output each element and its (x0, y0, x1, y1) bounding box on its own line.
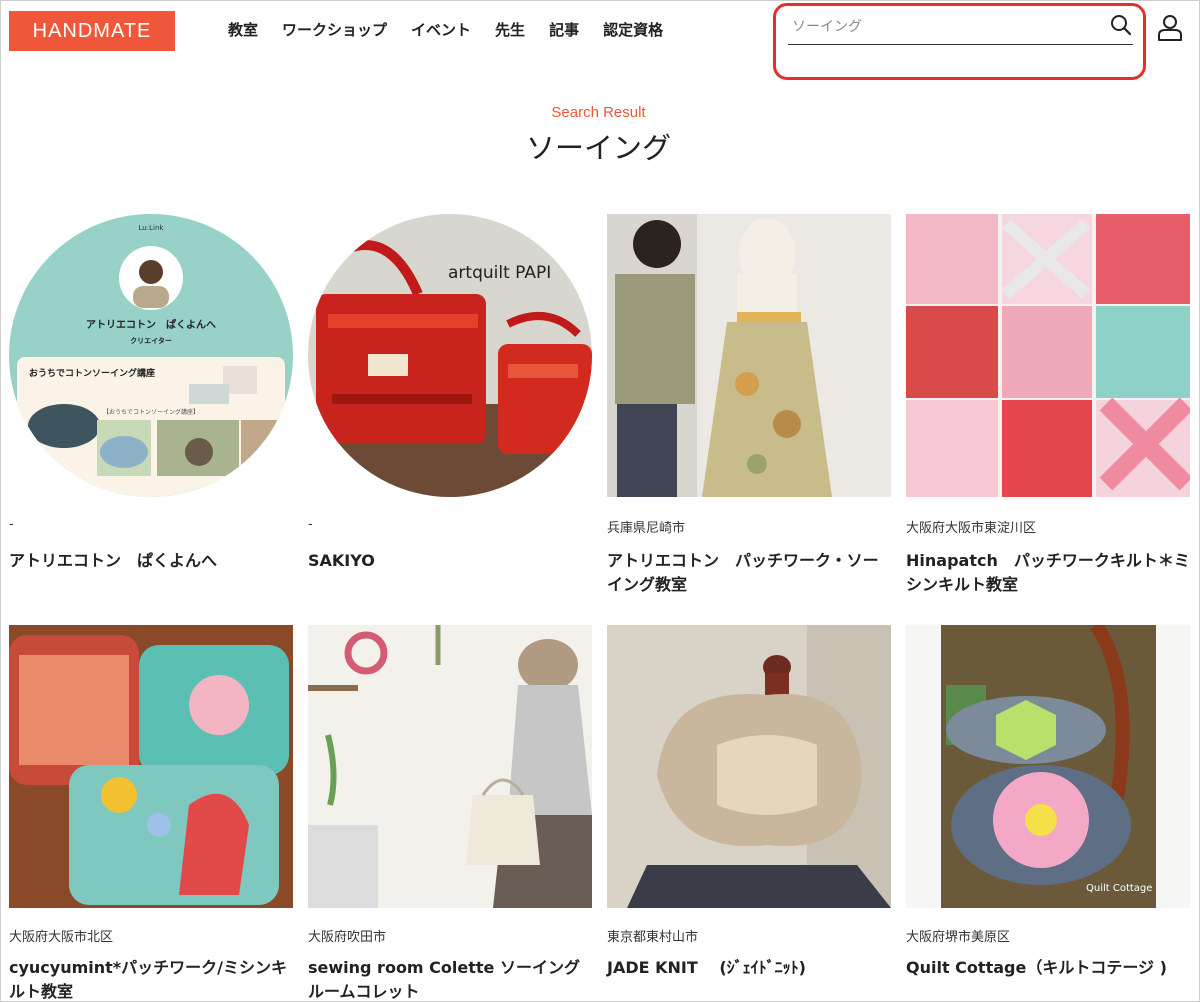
card-location: 兵庫県尼崎市 (607, 521, 686, 536)
card-title: アトリエコトン パッチワーク・ソーイング教室 (607, 551, 879, 594)
card-image: artquilt PAPI (308, 214, 592, 497)
nav-articles[interactable]: 記事 (549, 19, 579, 41)
result-card[interactable]: 東京都東村山市 JADE KNIT (ｼﾞｪｲﾄﾞﾆｯﾄ) (607, 625, 891, 980)
card-image (308, 625, 592, 908)
svg-text:artquilt PAPI: artquilt PAPI (448, 263, 551, 283)
svg-text:【おうちでコトンソーイング講座】: 【おうちでコトンソーイング講座】 (103, 408, 199, 416)
site-header: HANDMATE 教室 ワークショップ イベント 先生 記事 認定資格 (1, 1, 1200, 80)
main-nav: 教室 ワークショップ イベント 先生 記事 認定資格 (228, 19, 687, 41)
card-location: 大阪府堺市美原区 (906, 930, 1011, 945)
card-image (607, 625, 891, 908)
svg-text:クリエイター: クリエイター (130, 336, 172, 345)
nav-classes[interactable]: 教室 (228, 19, 258, 41)
nav-certification[interactable]: 認定資格 (603, 19, 663, 41)
svg-text:Quilt Cottage: Quilt Cottage (1086, 883, 1152, 894)
search-icon[interactable] (1109, 13, 1133, 37)
result-card[interactable]: 大阪府吹田市 sewing room Colette ソーイングルームコレット (308, 625, 592, 1002)
result-card[interactable]: 兵庫県尼崎市 アトリエコトン パッチワーク・ソーイング教室 (607, 214, 891, 597)
card-title: SAKIYO (308, 551, 375, 570)
card-image: Lu:Link アトリエコトン ぱくよんへ クリエイター おうちでコトンソーイン… (9, 214, 293, 497)
card-location: - (308, 517, 313, 532)
result-card[interactable]: Quilt Cottage 大阪府堺市美原区 Quilt Cottage（キルト… (906, 625, 1190, 980)
card-image (9, 625, 293, 908)
nav-events[interactable]: イベント (411, 19, 471, 41)
handmate-logo[interactable]: HANDMATE (9, 11, 175, 51)
user-icon[interactable] (1156, 13, 1184, 43)
card-location: 大阪府大阪市北区 (9, 930, 114, 945)
search-input[interactable] (792, 15, 1092, 39)
card-location: 大阪府吹田市 (308, 930, 387, 945)
search-bar (788, 11, 1133, 45)
card-title: アトリエコトン ぱくよんへ (9, 551, 218, 570)
svg-text:おうちでコトンソーイング講座: おうちでコトンソーイング講座 (29, 367, 155, 379)
page-title: ソーイング (525, 131, 671, 165)
nav-workshops[interactable]: ワークショップ (282, 19, 387, 41)
result-card[interactable]: 大阪府大阪市北区 cyucyumint*パッチワーク/ミシンキルト教室 (9, 625, 293, 1002)
nav-teachers[interactable]: 先生 (495, 19, 525, 41)
result-card[interactable]: artquilt PAPI - SAKIYO (308, 214, 592, 573)
result-card[interactable]: Lu:Link アトリエコトン ぱくよんへ クリエイター おうちでコトンソーイン… (9, 214, 293, 573)
card-image: Quilt Cottage (906, 625, 1190, 908)
svg-text:Lu:Link: Lu:Link (139, 224, 165, 232)
card-image (607, 214, 891, 497)
card-location: 東京都東村山市 (607, 930, 699, 945)
card-title: cyucyumint*パッチワーク/ミシンキルト教室 (9, 958, 288, 1001)
card-title: Quilt Cottage（キルトコテージ ) (906, 958, 1167, 977)
card-title: sewing room Colette ソーイングルームコレット (308, 958, 580, 1001)
result-card[interactable]: 大阪府大阪市東淀川区 Hinapatch パッチワークキルト＊ミシンキルト教室 (906, 214, 1190, 597)
card-image (906, 214, 1190, 497)
card-location: 大阪府大阪市東淀川区 (906, 521, 1037, 536)
card-title: JADE KNIT (ｼﾞｪｲﾄﾞﾆｯﾄ) (607, 958, 806, 977)
svg-text:アトリエコトン ぱくよんへ: アトリエコトン ぱくよんへ (86, 318, 216, 331)
search-result-label: Search Result (551, 104, 646, 121)
card-location: - (9, 517, 14, 532)
card-title: Hinapatch パッチワークキルト＊ミシンキルト教室 (906, 551, 1190, 594)
